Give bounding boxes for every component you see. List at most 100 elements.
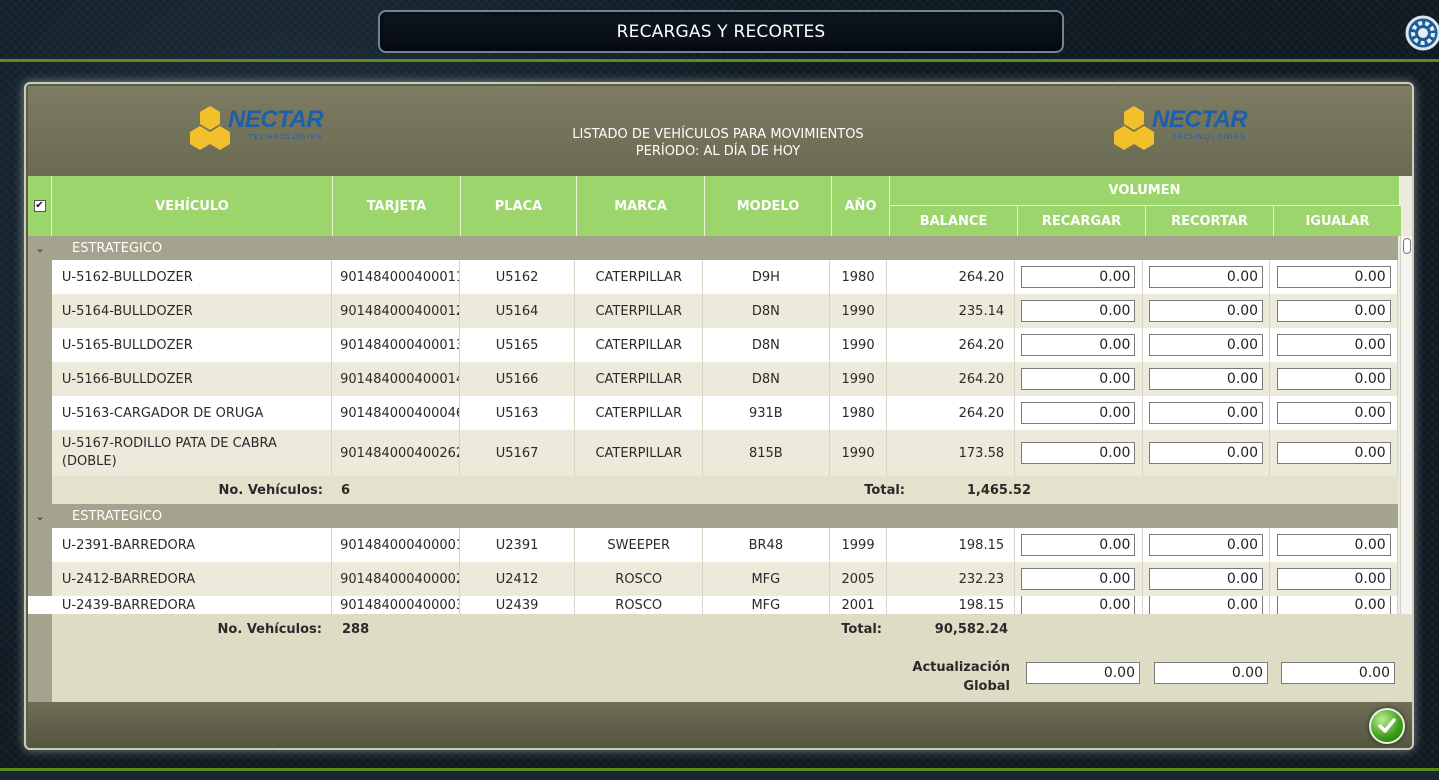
column-header-balance[interactable]: BALANCE xyxy=(890,206,1018,236)
group-row[interactable]: ⌄ ESTRATEGICO xyxy=(28,236,1398,260)
recargar-input[interactable] xyxy=(1021,266,1136,288)
report-title-line-2: PERÍODO: AL DÍA DE HOY xyxy=(635,144,801,159)
cell-ano: 1999 xyxy=(830,528,888,562)
table-row[interactable]: U-5165-BULLDOZER 9014840004000134 U5165 … xyxy=(28,328,1399,362)
column-header-placa[interactable]: PLACA xyxy=(461,176,577,236)
scrollbar-thumb[interactable] xyxy=(1403,238,1411,254)
igualar-input[interactable] xyxy=(1276,402,1391,424)
cell-modelo: 815B xyxy=(703,430,830,476)
cell-marca: ROSCO xyxy=(575,596,704,614)
vertical-scrollbar[interactable] xyxy=(1400,236,1412,614)
igualar-input[interactable] xyxy=(1276,300,1391,322)
recargar-input[interactable] xyxy=(1021,534,1136,556)
select-all-checkbox[interactable]: ✔ xyxy=(28,176,52,236)
column-header-marca[interactable]: MARCA xyxy=(577,176,705,236)
recargar-input[interactable] xyxy=(1021,368,1136,390)
recortar-input[interactable] xyxy=(1149,596,1264,614)
cell-vehiculo: U-2439-BARREDORA xyxy=(52,596,333,614)
report-title: LISTADO DE VEHÍCULOS PARA MOVIMIENTOS PE… xyxy=(508,126,928,160)
recargar-input[interactable] xyxy=(1021,402,1136,424)
cell-vehiculo: U-5165-BULLDOZER xyxy=(52,328,333,362)
hexagon-icon xyxy=(1114,106,1154,150)
footer-total-label: Total: xyxy=(841,622,882,637)
global-recortar-input[interactable] xyxy=(1154,662,1268,684)
cell-balance: 198.15 xyxy=(887,528,1016,562)
cell-vehiculo: U-5163-CARGADOR DE ORUGA xyxy=(52,396,333,430)
table-row[interactable]: U-5163-CARGADOR DE ORUGA 901484000400046… xyxy=(28,396,1399,430)
igualar-input[interactable] xyxy=(1276,534,1391,556)
cell-ano: 1990 xyxy=(830,328,888,362)
recortar-input[interactable] xyxy=(1149,334,1264,356)
top-header-bar: RECARGAS Y RECORTES xyxy=(0,0,1439,62)
column-header-recargar[interactable]: RECARGAR xyxy=(1018,206,1146,236)
cell-marca: ROSCO xyxy=(575,562,704,596)
global-update-label-line-2: Global xyxy=(963,679,1010,694)
cell-vehiculo: U-5162-BULLDOZER xyxy=(52,260,333,294)
gear-icon[interactable] xyxy=(1404,14,1439,52)
igualar-input[interactable] xyxy=(1276,266,1391,288)
chevron-down-icon[interactable]: ⌄ xyxy=(28,241,52,255)
cell-modelo: MFG xyxy=(703,596,830,614)
igualar-input[interactable] xyxy=(1276,442,1391,464)
hexagon-icon xyxy=(190,106,230,150)
recortar-input[interactable] xyxy=(1149,402,1264,424)
recargar-input[interactable] xyxy=(1021,300,1136,322)
chevron-down-icon[interactable]: ⌄ xyxy=(28,509,52,523)
column-header-ano[interactable]: AÑO xyxy=(832,176,890,236)
column-header-modelo[interactable]: MODELO xyxy=(705,176,832,236)
cell-marca: CATERPILLAR xyxy=(575,260,704,294)
table-row[interactable]: U-5162-BULLDOZER 9014840004000118 U5162 … xyxy=(28,260,1399,294)
table-row[interactable]: U-2391-BARREDORA 9014840004000015 U2391 … xyxy=(28,528,1399,562)
column-header-igualar[interactable]: IGUALAR xyxy=(1274,206,1402,236)
recortar-input[interactable] xyxy=(1149,442,1264,464)
cell-modelo: BR48 xyxy=(703,528,830,562)
cell-tarjeta: 9014840004000124 xyxy=(332,294,460,328)
cell-marca: CATERPILLAR xyxy=(575,328,704,362)
cell-tarjeta: 9014840004000144 xyxy=(332,362,460,396)
cell-modelo: D8N xyxy=(703,294,830,328)
global-recargar-input[interactable] xyxy=(1026,662,1140,684)
cell-marca: CATERPILLAR xyxy=(575,362,704,396)
igualar-input[interactable] xyxy=(1276,596,1391,614)
global-igualar-input[interactable] xyxy=(1281,662,1395,684)
cell-tarjeta: 9014840004000134 xyxy=(332,328,460,362)
cell-balance: 264.20 xyxy=(887,328,1016,362)
igualar-input[interactable] xyxy=(1276,334,1391,356)
recortar-input[interactable] xyxy=(1149,300,1264,322)
confirm-button[interactable] xyxy=(1369,708,1405,744)
cell-vehiculo: U-2391-BARREDORA xyxy=(52,528,333,562)
recortar-input[interactable] xyxy=(1149,266,1264,288)
table-row[interactable]: U-2439-BARREDORA 9014840004000035 U2439 … xyxy=(28,596,1398,614)
cell-marca: CATERPILLAR xyxy=(575,396,704,430)
recargar-input[interactable] xyxy=(1021,568,1136,590)
report-header: NECTAR TECHNOLOGIES LISTADO DE VEHÍCULOS… xyxy=(28,86,1412,176)
cell-vehiculo: U-2412-BARREDORA xyxy=(52,562,333,596)
table-row[interactable]: U-5166-BULLDOZER 9014840004000144 U5166 … xyxy=(28,362,1399,396)
igualar-input[interactable] xyxy=(1276,568,1391,590)
main-panel: NECTAR TECHNOLOGIES LISTADO DE VEHÍCULOS… xyxy=(24,82,1414,750)
report-title-line-1: LISTADO DE VEHÍCULOS PARA MOVIMIENTOS xyxy=(572,127,864,142)
cell-placa: U5166 xyxy=(460,362,576,396)
cell-modelo: D8N xyxy=(703,328,830,362)
recargar-input[interactable] xyxy=(1021,334,1136,356)
cell-modelo: 931B xyxy=(703,396,830,430)
recargar-input[interactable] xyxy=(1021,442,1136,464)
column-header-tarjeta[interactable]: TARJETA xyxy=(333,176,461,236)
recortar-input[interactable] xyxy=(1149,534,1264,556)
table-row[interactable]: U-5167-RODILLO PATA DE CABRA (DOBLE) 901… xyxy=(28,430,1399,476)
cell-tarjeta: 9014840004000015 xyxy=(332,528,460,562)
group-row[interactable]: ⌄ ESTRATEGICO xyxy=(28,504,1398,528)
igualar-input[interactable] xyxy=(1276,368,1391,390)
column-header-vehiculo[interactable]: VEHÍCULO xyxy=(52,176,333,236)
cell-tarjeta: 9014840004000024 xyxy=(332,562,460,596)
column-header-recortar[interactable]: RECORTAR xyxy=(1146,206,1274,236)
table-row[interactable]: U-5164-BULLDOZER 9014840004000124 U5164 … xyxy=(28,294,1399,328)
recargar-input[interactable] xyxy=(1021,596,1136,614)
table-row[interactable]: U-2412-BARREDORA 9014840004000024 U2412 … xyxy=(28,562,1399,596)
recortar-input[interactable] xyxy=(1149,368,1264,390)
cell-ano: 1980 xyxy=(830,260,888,294)
recortar-input[interactable] xyxy=(1149,568,1264,590)
group-name: ESTRATEGICO xyxy=(72,508,163,524)
logo-subtext: TECHNOLOGIES xyxy=(1172,134,1247,141)
total-value: 1,465.52 xyxy=(966,482,1031,498)
